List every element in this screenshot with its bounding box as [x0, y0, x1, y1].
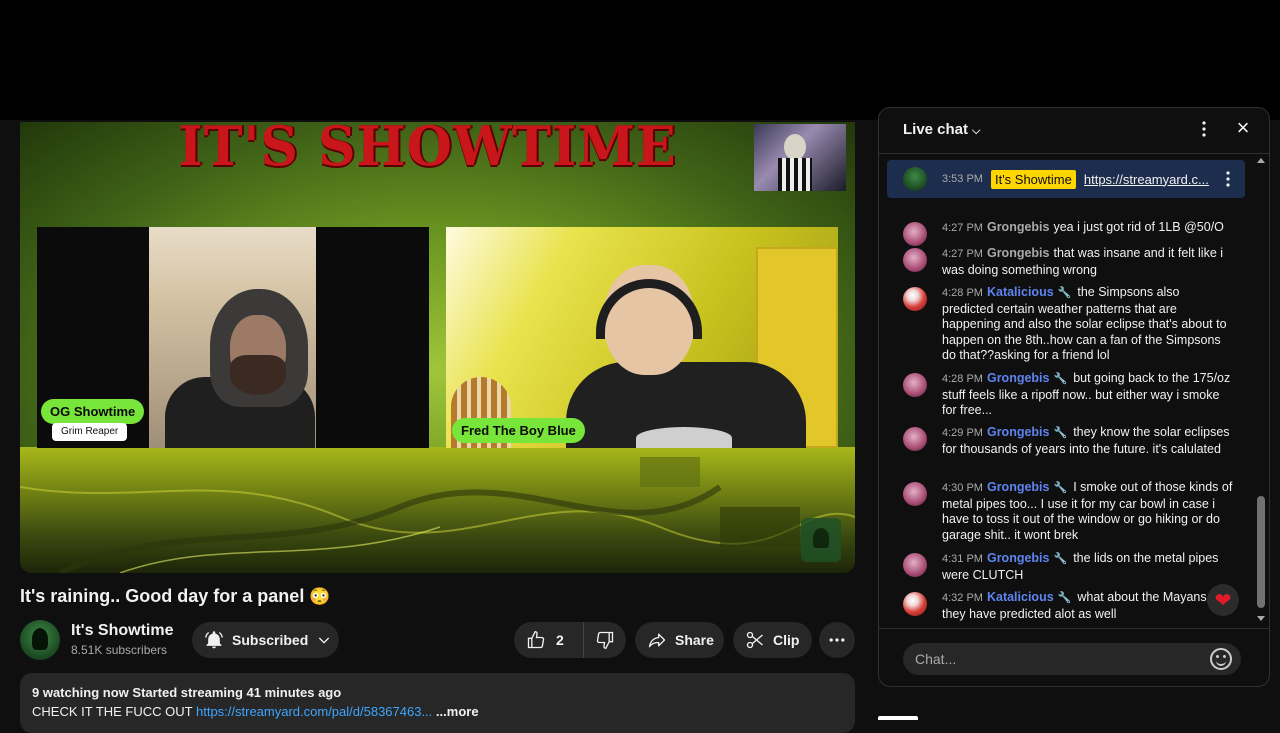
- live-chat-mode-dropdown[interactable]: Live chat ⌵: [903, 121, 980, 138]
- channel-name[interactable]: It's Showtime: [71, 622, 173, 640]
- thumbs-up-icon: [527, 630, 545, 649]
- author-avatar: [903, 287, 927, 311]
- bell-icon: [205, 631, 223, 649]
- chat-message[interactable]: 4:28 PM Katalicious 🔧 the Simpsons also pre…: [903, 285, 1233, 364]
- heart-reaction-icon[interactable]: ❤: [1207, 584, 1239, 616]
- clip-label: Clip: [773, 632, 800, 648]
- pinned-message[interactable]: 3:53 PM It's Showtime https://streamyard…: [887, 160, 1245, 198]
- scroll-down-arrow-icon[interactable]: [1257, 616, 1265, 621]
- wrench-icon: 🔧: [1053, 482, 1068, 494]
- description-box[interactable]: 9 watching now Started streaming 41 minu…: [20, 673, 855, 733]
- flushed-emoji-icon: 😳: [309, 587, 331, 606]
- pinned-author-avatar: [903, 167, 927, 191]
- chat-menu-icon[interactable]: [1192, 117, 1216, 141]
- pinned-menu-icon[interactable]: [1216, 167, 1240, 191]
- guest-1-subtitle: Grim Reaper: [52, 423, 128, 441]
- reaper-logo-icon: [801, 518, 841, 562]
- video-player[interactable]: IT'S SHOWTIME OG Showtime Grim Reaper Fr…: [20, 122, 855, 573]
- thumbs-down-icon: [596, 631, 614, 650]
- author-avatar: [903, 482, 927, 506]
- scroll-up-arrow-icon[interactable]: [1257, 158, 1265, 163]
- chat-message[interactable]: 4:27 PM Grongebis yea i just got rid of 1L…: [903, 220, 1233, 246]
- like-button[interactable]: 2: [514, 622, 584, 658]
- stream-stats: 9 watching now Started streaming 41 minu…: [32, 685, 342, 700]
- description-text: CHECK IT THE FUCC OUT: [32, 704, 193, 719]
- author-avatar: [903, 592, 927, 616]
- live-chat-panel: Live chat ⌵ × 3:53 PM It's Showtime https…: [878, 107, 1270, 687]
- chat-header: Live chat ⌵ ×: [879, 108, 1269, 154]
- subscribed-label: Subscribed: [232, 632, 309, 648]
- author-avatar: [903, 427, 927, 451]
- wrench-icon: 🔧: [1053, 427, 1068, 439]
- stream-banner-title: IT'S SHOWTIME: [178, 122, 677, 179]
- chat-message-list: 4:27 PM Grongebis yea i just got rid of 1L…: [879, 208, 1257, 628]
- wrench-icon: 🔧: [1053, 553, 1068, 565]
- chat-message[interactable]: 4:27 PM Grongebis that was insane and it f…: [903, 246, 1233, 278]
- video-title: It's raining.. Good day for a panel 😳: [20, 586, 331, 606]
- emoji-smiley-icon[interactable]: [1210, 648, 1232, 670]
- author-avatar: [903, 222, 927, 246]
- show-more-link[interactable]: ...more: [436, 704, 479, 719]
- beetlejuice-image: [754, 124, 846, 191]
- scroll-thumb[interactable]: [1257, 496, 1265, 608]
- chat-message[interactable]: 4:30 PM Grongebis 🔧 I smoke out of those ki…: [903, 480, 1233, 543]
- top-blackout: [0, 0, 1280, 120]
- share-arrow-icon: [648, 633, 666, 648]
- wrench-icon: 🔧: [1057, 592, 1072, 604]
- chat-message[interactable]: 4:29 PM Grongebis 🔧 they know the solar ecl…: [903, 425, 1233, 457]
- like-count: 2: [556, 632, 564, 648]
- chevron-down-icon: ⌵: [972, 125, 981, 137]
- chat-input[interactable]: [903, 643, 1241, 675]
- chat-message[interactable]: 4:28 PM Grongebis 🔧 but going back to the 1…: [903, 371, 1233, 419]
- guest-video-tile-2: [446, 227, 838, 448]
- author-avatar: [903, 373, 927, 397]
- pinned-link[interactable]: https://streamyard.c...: [1084, 172, 1210, 187]
- guest-2-name-tag: Fred The Boy Blue: [452, 418, 585, 443]
- pinned-time: 3:53 PM: [942, 173, 983, 185]
- like-dislike-group: 2: [514, 622, 626, 658]
- chevron-down-icon: [319, 637, 330, 644]
- clip-button[interactable]: Clip: [733, 622, 812, 658]
- share-button[interactable]: Share: [635, 622, 724, 658]
- chat-input-area: [879, 628, 1269, 686]
- owner-badge: It's Showtime: [990, 169, 1076, 189]
- chat-message[interactable]: 4:32 PM Katalicious 🔧 what about the Mayans…: [903, 590, 1233, 622]
- subscribed-button[interactable]: Subscribed: [192, 622, 339, 658]
- channel-avatar[interactable]: [20, 620, 60, 660]
- close-chat-icon[interactable]: ×: [1231, 117, 1255, 141]
- below-chat-fragment: [878, 716, 918, 720]
- author-avatar: [903, 553, 927, 577]
- chat-scrollbar[interactable]: [1255, 158, 1267, 626]
- subscriber-count: 8.51K subscribers: [71, 643, 168, 657]
- description-line: CHECK IT THE FUCC OUT https://streamyard…: [32, 704, 843, 719]
- more-actions-button[interactable]: [819, 622, 855, 658]
- dislike-button[interactable]: [584, 622, 626, 658]
- video-floor-scene: [20, 447, 855, 573]
- share-label: Share: [675, 632, 714, 648]
- author-avatar: [903, 248, 927, 272]
- wrench-icon: 🔧: [1053, 373, 1068, 385]
- guest-1-name-tag: OG Showtime: [41, 399, 145, 424]
- chat-message[interactable]: 4:31 PM Grongebis 🔧 the lids on the metal p…: [903, 551, 1233, 583]
- description-link[interactable]: https://streamyard.com/pal/d/58367463...: [196, 704, 432, 719]
- wrench-icon: 🔧: [1057, 287, 1072, 299]
- more-horizontal-icon: [829, 638, 845, 642]
- scissors-icon: [746, 631, 763, 649]
